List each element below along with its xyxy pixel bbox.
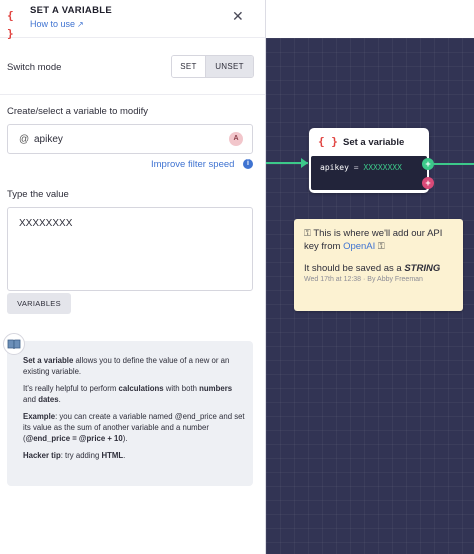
variable-select[interactable]: @ apikey A bbox=[7, 124, 253, 154]
key-icon: ⚿ bbox=[377, 241, 385, 251]
node-var-name: apikey bbox=[320, 163, 349, 172]
node-header: { } Set a variable bbox=[309, 128, 429, 155]
panel-title: SET A VARIABLE bbox=[30, 5, 112, 16]
canvas-top-area bbox=[266, 0, 474, 38]
help-paragraph: Example: you can create a variable named… bbox=[23, 412, 245, 443]
help-paragraph: Hacker tip: try adding HTML. bbox=[23, 451, 126, 460]
book-icon bbox=[3, 333, 25, 355]
sticky-note[interactable]: ⚿ This is where we'll add our API key fr… bbox=[294, 219, 463, 311]
set-variable-node[interactable]: { } Set a variable apikey = XXXXXXXX bbox=[309, 128, 429, 193]
variable-name: apikey bbox=[34, 134, 63, 145]
incoming-connection-arrow bbox=[301, 158, 308, 168]
mode-toggle: SET UNSET bbox=[171, 55, 254, 78]
value-text: XXXXXXXX bbox=[19, 218, 73, 229]
how-to-use-link[interactable]: How to use ↗ bbox=[30, 19, 84, 29]
outgoing-connection-line bbox=[434, 163, 474, 165]
close-icon[interactable]: ✕ bbox=[232, 9, 244, 23]
node-title: Set a variable bbox=[343, 137, 405, 148]
note-meta: Wed 17th at 12:38 · By Abby Freeman bbox=[304, 276, 423, 283]
help-box: Set a variable allows you to define the … bbox=[7, 341, 253, 486]
at-icon: @ bbox=[19, 134, 30, 145]
node-value: XXXXXXXX bbox=[363, 163, 402, 172]
settings-panel: { } SET A VARIABLE How to use ↗ ✕ Switch … bbox=[0, 0, 266, 554]
key-icon: ⚿ bbox=[304, 228, 311, 238]
unset-mode-button[interactable]: UNSET bbox=[206, 56, 253, 77]
improve-filter-link[interactable]: Improve filter speed bbox=[151, 159, 234, 170]
set-mode-button[interactable]: SET bbox=[172, 56, 206, 77]
switch-mode-row: Switch mode SET UNSET bbox=[0, 38, 265, 95]
node-equals: = bbox=[353, 163, 359, 172]
external-link-icon: ↗ bbox=[77, 20, 84, 29]
help-paragraph: Set a variable allows you to define the … bbox=[23, 356, 230, 376]
switch-mode-label: Switch mode bbox=[7, 62, 62, 73]
help-paragraph: It's really helpful to perform calculati… bbox=[23, 384, 233, 404]
variable-type-badge: A bbox=[229, 132, 243, 146]
note-text: ⚿ This is where we'll add our API key fr… bbox=[304, 228, 443, 252]
braces-icon: { } bbox=[7, 9, 14, 40]
type-value-label: Type the value bbox=[7, 189, 69, 200]
info-icon[interactable]: i bbox=[243, 159, 253, 169]
openai-link[interactable]: OpenAI bbox=[343, 241, 375, 252]
note-save-text: It should be saved as a STRING bbox=[304, 263, 441, 274]
add-output-port-icon[interactable]: + bbox=[422, 158, 434, 170]
variables-button[interactable]: VARIABLES bbox=[7, 293, 71, 314]
node-body: apikey = XXXXXXXX bbox=[311, 156, 427, 190]
create-select-label: Create/select a variable to modify bbox=[7, 106, 148, 117]
braces-icon: { } bbox=[318, 135, 338, 148]
value-textarea[interactable]: XXXXXXXX bbox=[7, 207, 253, 291]
panel-header: { } SET A VARIABLE How to use ↗ ✕ bbox=[0, 0, 265, 40]
node-assignment: apikey = XXXXXXXX bbox=[320, 163, 402, 172]
error-output-port-icon[interactable]: + bbox=[422, 177, 434, 189]
